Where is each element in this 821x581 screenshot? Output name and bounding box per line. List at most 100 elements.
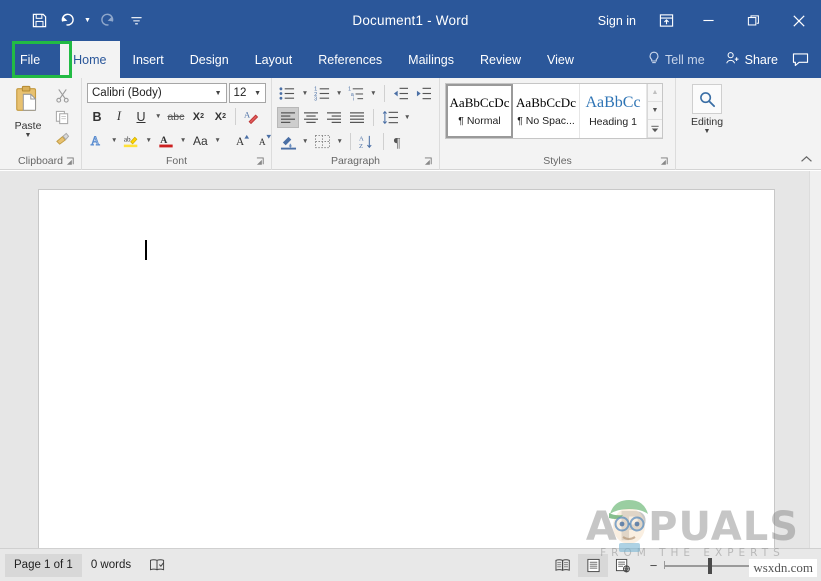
comments-icon[interactable] xyxy=(788,52,821,67)
web-layout-button[interactable] xyxy=(608,554,638,577)
tab-layout[interactable]: Layout xyxy=(242,41,306,78)
tab-home[interactable]: Home xyxy=(60,41,120,78)
print-layout-button[interactable] xyxy=(578,554,608,577)
svg-text:3: 3 xyxy=(314,97,317,101)
status-bar: Page 1 of 1 0 words − xyxy=(0,548,821,581)
font-color-icon[interactable]: A xyxy=(156,130,176,151)
tab-references[interactable]: References xyxy=(305,41,395,78)
show-formatting-marks-icon[interactable]: ¶ xyxy=(389,131,411,152)
font-name-caret-icon[interactable]: ▼ xyxy=(215,90,224,97)
multilevel-list-icon[interactable]: 1ai xyxy=(345,83,367,104)
zoom-slider-thumb[interactable] xyxy=(708,557,712,574)
editing-button[interactable]: Editing ▼ xyxy=(681,82,733,135)
underline-button[interactable]: U xyxy=(131,106,151,127)
document-page[interactable] xyxy=(38,189,775,549)
numbering-dropdown-icon[interactable]: ▼ xyxy=(334,90,344,97)
line-spacing-icon[interactable] xyxy=(379,107,401,128)
read-mode-button[interactable] xyxy=(548,554,578,577)
shading-icon[interactable] xyxy=(277,131,299,152)
cut-icon[interactable] xyxy=(51,85,73,105)
subscript-button[interactable]: X2 xyxy=(188,106,208,127)
clipboard-dialog-launcher[interactable] xyxy=(66,157,76,167)
sort-icon[interactable]: AZ xyxy=(356,131,378,152)
line-spacing-dropdown-icon[interactable]: ▼ xyxy=(402,114,412,121)
justify-icon[interactable] xyxy=(346,107,368,128)
borders-icon[interactable] xyxy=(311,131,333,152)
sign-in-button[interactable]: Sign in xyxy=(588,14,646,28)
strikethrough-button[interactable]: abc xyxy=(165,106,186,127)
text-highlight-icon[interactable]: ab xyxy=(121,130,141,151)
bullets-icon[interactable] xyxy=(277,83,299,104)
paste-button[interactable]: Paste ▼ xyxy=(5,82,51,139)
align-center-icon[interactable] xyxy=(300,107,322,128)
title-bar: ▼ Document1 - Word Sign in xyxy=(0,0,821,41)
change-case-dropdown-icon[interactable]: ▼ xyxy=(212,137,222,144)
multilevel-dropdown-icon[interactable]: ▼ xyxy=(368,90,378,97)
clear-formatting-icon[interactable]: A xyxy=(241,106,261,127)
ribbon: Paste ▼ Clipboard Calibri (Body) ▼ 12 ▼ … xyxy=(0,78,821,170)
styles-more-button[interactable] xyxy=(648,120,662,138)
zoom-out-button[interactable]: − xyxy=(648,558,659,573)
styles-dialog-launcher[interactable] xyxy=(660,157,670,167)
style-item-heading-1[interactable]: AaBbCc Heading 1 xyxy=(580,84,647,138)
format-painter-icon[interactable] xyxy=(51,129,73,149)
tab-review[interactable]: Review xyxy=(467,41,534,78)
highlight-dropdown-icon[interactable]: ▼ xyxy=(143,137,153,144)
paragraph-dialog-launcher[interactable] xyxy=(424,157,434,167)
numbering-icon[interactable]: 123 xyxy=(311,83,333,104)
tab-mailings[interactable]: Mailings xyxy=(395,41,467,78)
grow-font-icon[interactable]: A xyxy=(233,130,253,151)
page-indicator[interactable]: Page 1 of 1 xyxy=(5,553,82,577)
vertical-scrollbar[interactable] xyxy=(809,171,821,549)
style-preview-heading-1: AaBbCc xyxy=(585,94,641,111)
restore-button[interactable] xyxy=(731,0,776,41)
save-icon[interactable] xyxy=(26,8,52,34)
ribbon-group-font: Calibri (Body) ▼ 12 ▼ B I U ▼ abc X 2 X … xyxy=(82,78,272,170)
ribbon-group-paragraph: ▼ 123 ▼ 1ai ▼ ▼ ▼ ▼ A Z ¶ Paragraph xyxy=(272,78,440,170)
proofing-errors-icon[interactable] xyxy=(140,554,175,577)
font-size-combobox[interactable]: 12 ▼ xyxy=(228,83,266,103)
font-dialog-launcher[interactable] xyxy=(256,157,266,167)
person-add-icon xyxy=(725,51,740,68)
ribbon-display-options-icon[interactable] xyxy=(646,0,686,41)
styles-scroll-down-button[interactable]: ▼ xyxy=(648,102,662,120)
copy-icon[interactable] xyxy=(51,107,73,127)
close-button[interactable] xyxy=(776,0,821,41)
underline-dropdown-icon[interactable]: ▼ xyxy=(153,113,163,120)
decrease-indent-icon[interactable] xyxy=(390,83,412,104)
bullets-dropdown-icon[interactable]: ▼ xyxy=(300,90,310,97)
font-size-caret-icon[interactable]: ▼ xyxy=(254,90,263,97)
superscript-button[interactable]: X2 xyxy=(210,106,230,127)
customize-qat-icon[interactable] xyxy=(123,8,149,34)
align-right-icon[interactable] xyxy=(323,107,345,128)
shading-dropdown-icon[interactable]: ▼ xyxy=(300,138,310,145)
word-count[interactable]: 0 words xyxy=(82,554,140,577)
font-name-combobox[interactable]: Calibri (Body) ▼ xyxy=(87,83,227,103)
italic-button[interactable]: I xyxy=(109,106,129,127)
tab-file[interactable]: File xyxy=(0,41,60,78)
increase-indent-icon[interactable] xyxy=(412,83,434,104)
editing-dropdown-icon[interactable]: ▼ xyxy=(704,128,711,135)
tell-me-button[interactable]: Tell me xyxy=(638,51,715,68)
borders-dropdown-icon[interactable]: ▼ xyxy=(334,138,344,145)
undo-dropdown-icon[interactable]: ▼ xyxy=(82,8,93,34)
bold-button[interactable]: B xyxy=(87,106,107,127)
text-effects-dropdown-icon[interactable]: ▼ xyxy=(109,137,119,144)
font-color-dropdown-icon[interactable]: ▼ xyxy=(178,137,188,144)
tab-insert[interactable]: Insert xyxy=(120,41,177,78)
style-item-no-spacing[interactable]: AaBbCcDc ¶ No Spac... xyxy=(513,84,580,138)
tab-design[interactable]: Design xyxy=(177,41,242,78)
change-case-button[interactable]: Aa xyxy=(190,130,210,151)
styles-scroll-up-button[interactable]: ▲ xyxy=(648,84,662,102)
zoom-slider-track[interactable] xyxy=(664,557,760,574)
share-button[interactable]: Share xyxy=(715,51,788,68)
tab-view[interactable]: View xyxy=(534,41,587,78)
text-effects-icon[interactable]: A xyxy=(87,130,107,151)
document-canvas[interactable] xyxy=(0,170,821,549)
align-left-icon[interactable] xyxy=(277,107,299,128)
undo-icon[interactable] xyxy=(54,8,80,34)
minimize-button[interactable] xyxy=(686,0,731,41)
paste-dropdown-icon[interactable]: ▼ xyxy=(25,132,32,139)
style-item-normal[interactable]: AaBbCcDc ¶ Normal xyxy=(446,84,513,138)
collapse-ribbon-button[interactable] xyxy=(797,151,815,167)
